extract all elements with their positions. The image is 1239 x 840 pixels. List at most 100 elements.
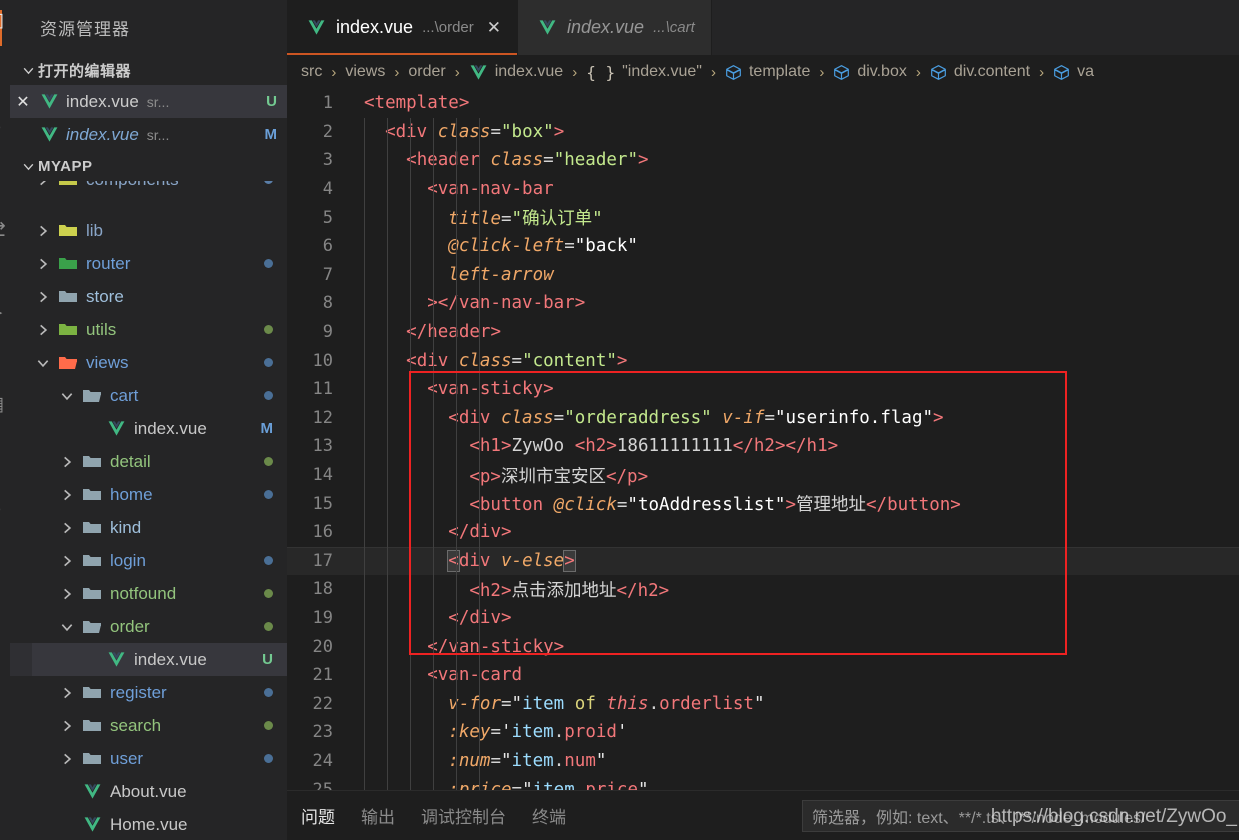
chevron-down-icon[interactable]	[56, 389, 78, 403]
close-icon[interactable]: ✕	[10, 92, 36, 112]
code-line[interactable]: 12 <div class="orderaddress" v-if="useri…	[287, 404, 1239, 433]
code-line[interactable]: 25 :price="item.price"	[287, 775, 1239, 790]
chevron-down-icon[interactable]	[56, 620, 78, 634]
editor-tab[interactable]: index.vue ...\cart	[518, 0, 712, 55]
code-line[interactable]: 6 @click-left="back"	[287, 232, 1239, 261]
code-line[interactable]: 13 <h1>ZywOo <h2>18611111111</h2></h1>	[287, 432, 1239, 461]
chevron-right-icon[interactable]	[32, 290, 54, 304]
tree-folder-detail[interactable]: detail	[10, 445, 287, 478]
chevron-right-icon[interactable]	[32, 224, 54, 238]
line-number: 19	[312, 608, 333, 629]
chevron-right-icon[interactable]	[56, 521, 78, 535]
tree-item-status-dot	[264, 490, 273, 499]
breadcrumb-item[interactable]: index.vue	[469, 63, 563, 82]
search-icon[interactable]: ⚲	[0, 118, 8, 144]
code-line[interactable]: 16 </div>	[287, 518, 1239, 547]
code-editor[interactable]: 1 <template> 2 <div class="box"> 3 <header …	[287, 89, 1239, 790]
code-line[interactable]: 4 <van-nav-bar	[287, 175, 1239, 204]
code-token: <h1>	[469, 436, 512, 457]
remote-icon[interactable]: ⚲	[0, 500, 8, 526]
chevron-right-icon[interactable]	[56, 686, 78, 700]
tree-folder-notfound[interactable]: notfound	[10, 577, 287, 610]
code-line[interactable]: 2 <div class="box">	[287, 118, 1239, 147]
code-line[interactable]: 1 <template>	[287, 89, 1239, 118]
chevron-right-icon[interactable]	[56, 455, 78, 469]
breadcrumb-item[interactable]: { } "index.vue"	[586, 63, 702, 82]
code-line[interactable]: 21 <van-card	[287, 661, 1239, 690]
tree-folder-home[interactable]: home	[10, 478, 287, 511]
tree-folder-user[interactable]: user	[10, 742, 287, 775]
code-line[interactable]: 18 <h2>点击添加地址</h2>	[287, 575, 1239, 604]
breadcrumb-item[interactable]: order	[408, 63, 445, 81]
tree-folder-search[interactable]: search	[10, 709, 287, 742]
source-control-icon[interactable]: ⎇	[0, 218, 8, 244]
tree-folder-register[interactable]: register	[10, 676, 287, 709]
code-line[interactable]: 20 </van-sticky>	[287, 632, 1239, 661]
code-line[interactable]: 17 <div v-else>	[287, 546, 1239, 576]
chevron-right-icon[interactable]	[56, 719, 78, 733]
panel-tab[interactable]: 终端	[532, 799, 566, 832]
open-editor-item[interactable]: index.vue sr... M	[10, 118, 287, 151]
panel-tab[interactable]: 问题	[301, 799, 335, 832]
tree-file-Home.vue[interactable]: Home.vue	[10, 808, 287, 840]
breadcrumb-item[interactable]: template	[725, 63, 810, 81]
tree-file-About.vue[interactable]: About.vue	[10, 775, 287, 808]
chevron-right-icon[interactable]	[56, 488, 78, 502]
editor-tab[interactable]: index.vue ...\order ✕	[287, 0, 518, 55]
tree-folder-kind[interactable]: kind	[10, 511, 287, 544]
tree-folder-store[interactable]: store	[10, 280, 287, 313]
tree-folder-lib[interactable]: lib	[10, 214, 287, 247]
code-line[interactable]: 5 title="确认订单"	[287, 203, 1239, 232]
breadcrumb-item[interactable]: div.content	[930, 63, 1030, 81]
code-line[interactable]: 14 <p>深圳市宝安区</p>	[287, 461, 1239, 490]
tree-folder-views[interactable]: views	[10, 346, 287, 379]
explorer-icon[interactable]: ▣	[0, 8, 8, 34]
indent-guide	[479, 117, 480, 790]
code-line[interactable]: 23 :key='item.proid'	[287, 718, 1239, 747]
close-icon[interactable]: ✕	[487, 18, 501, 38]
code-line[interactable]: 3 <header class="header">	[287, 146, 1239, 175]
chevron-right-icon[interactable]	[56, 752, 78, 766]
open-editor-item[interactable]: ✕ index.vue sr... U	[10, 85, 287, 118]
code-line[interactable]: 15 <button @click="toAddresslist">管理地址</…	[287, 489, 1239, 518]
breadcrumb-item[interactable]: va	[1053, 63, 1094, 81]
code-line[interactable]: 24 :num="item.num"	[287, 747, 1239, 776]
breadcrumb-item[interactable]: views	[345, 63, 385, 81]
tree-file-index.vue[interactable]: index.vue M	[10, 412, 287, 445]
chevron-right-icon[interactable]	[56, 587, 78, 601]
breadcrumb-item[interactable]: div.box	[833, 63, 907, 81]
code-line[interactable]: 11 <van-sticky>	[287, 375, 1239, 404]
code-line[interactable]: 10 <div class="content">	[287, 346, 1239, 375]
code-line[interactable]: 19 </div>	[287, 604, 1239, 633]
tree-folder-components[interactable]: components	[10, 181, 287, 196]
chevron-right-icon[interactable]	[32, 323, 54, 337]
panel-tab[interactable]: 输出	[361, 799, 395, 832]
code-line[interactable]: 22 v-for="item of this.orderlist"	[287, 690, 1239, 719]
breadcrumb-item[interactable]: src	[301, 63, 322, 81]
extensions-icon[interactable]: ▦	[0, 392, 8, 418]
open-editors-header[interactable]: 打开的编辑器	[10, 55, 287, 85]
code-line[interactable]: 9 </header>	[287, 318, 1239, 347]
code-line[interactable]: 7 left-arrow	[287, 261, 1239, 290]
folder-icon	[54, 322, 82, 338]
chevron-down-icon[interactable]	[32, 356, 54, 370]
project-header[interactable]: MYAPP	[10, 151, 287, 181]
filter-input[interactable]: 筛选器，例如: text、**/*.ts、!**/node_modules/	[802, 800, 1239, 832]
breadcrumb-label: va	[1077, 63, 1094, 80]
code-line[interactable]: 8 ></van-nav-bar>	[287, 289, 1239, 318]
chevron-right-icon[interactable]	[56, 554, 78, 568]
tree-file-index.vue[interactable]: index.vue U	[10, 643, 287, 676]
tree-folder-router[interactable]: router	[10, 247, 287, 280]
line-number: 12	[312, 407, 333, 428]
tree-folder-order[interactable]: order	[10, 610, 287, 643]
tree-folder-utils[interactable]: utils	[10, 313, 287, 346]
tree-folder-login[interactable]: login	[10, 544, 287, 577]
tree-item-badge: U	[262, 651, 273, 668]
panel-tab[interactable]: 调试控制台	[421, 799, 506, 832]
run-debug-icon[interactable]: ▷	[0, 300, 8, 326]
chevron-right-icon[interactable]	[32, 257, 54, 271]
chevron-right-icon[interactable]	[32, 181, 54, 187]
tree-folder-cart[interactable]: cart	[10, 379, 287, 412]
chevron-down-icon	[18, 160, 38, 173]
code-token: item	[532, 779, 575, 790]
